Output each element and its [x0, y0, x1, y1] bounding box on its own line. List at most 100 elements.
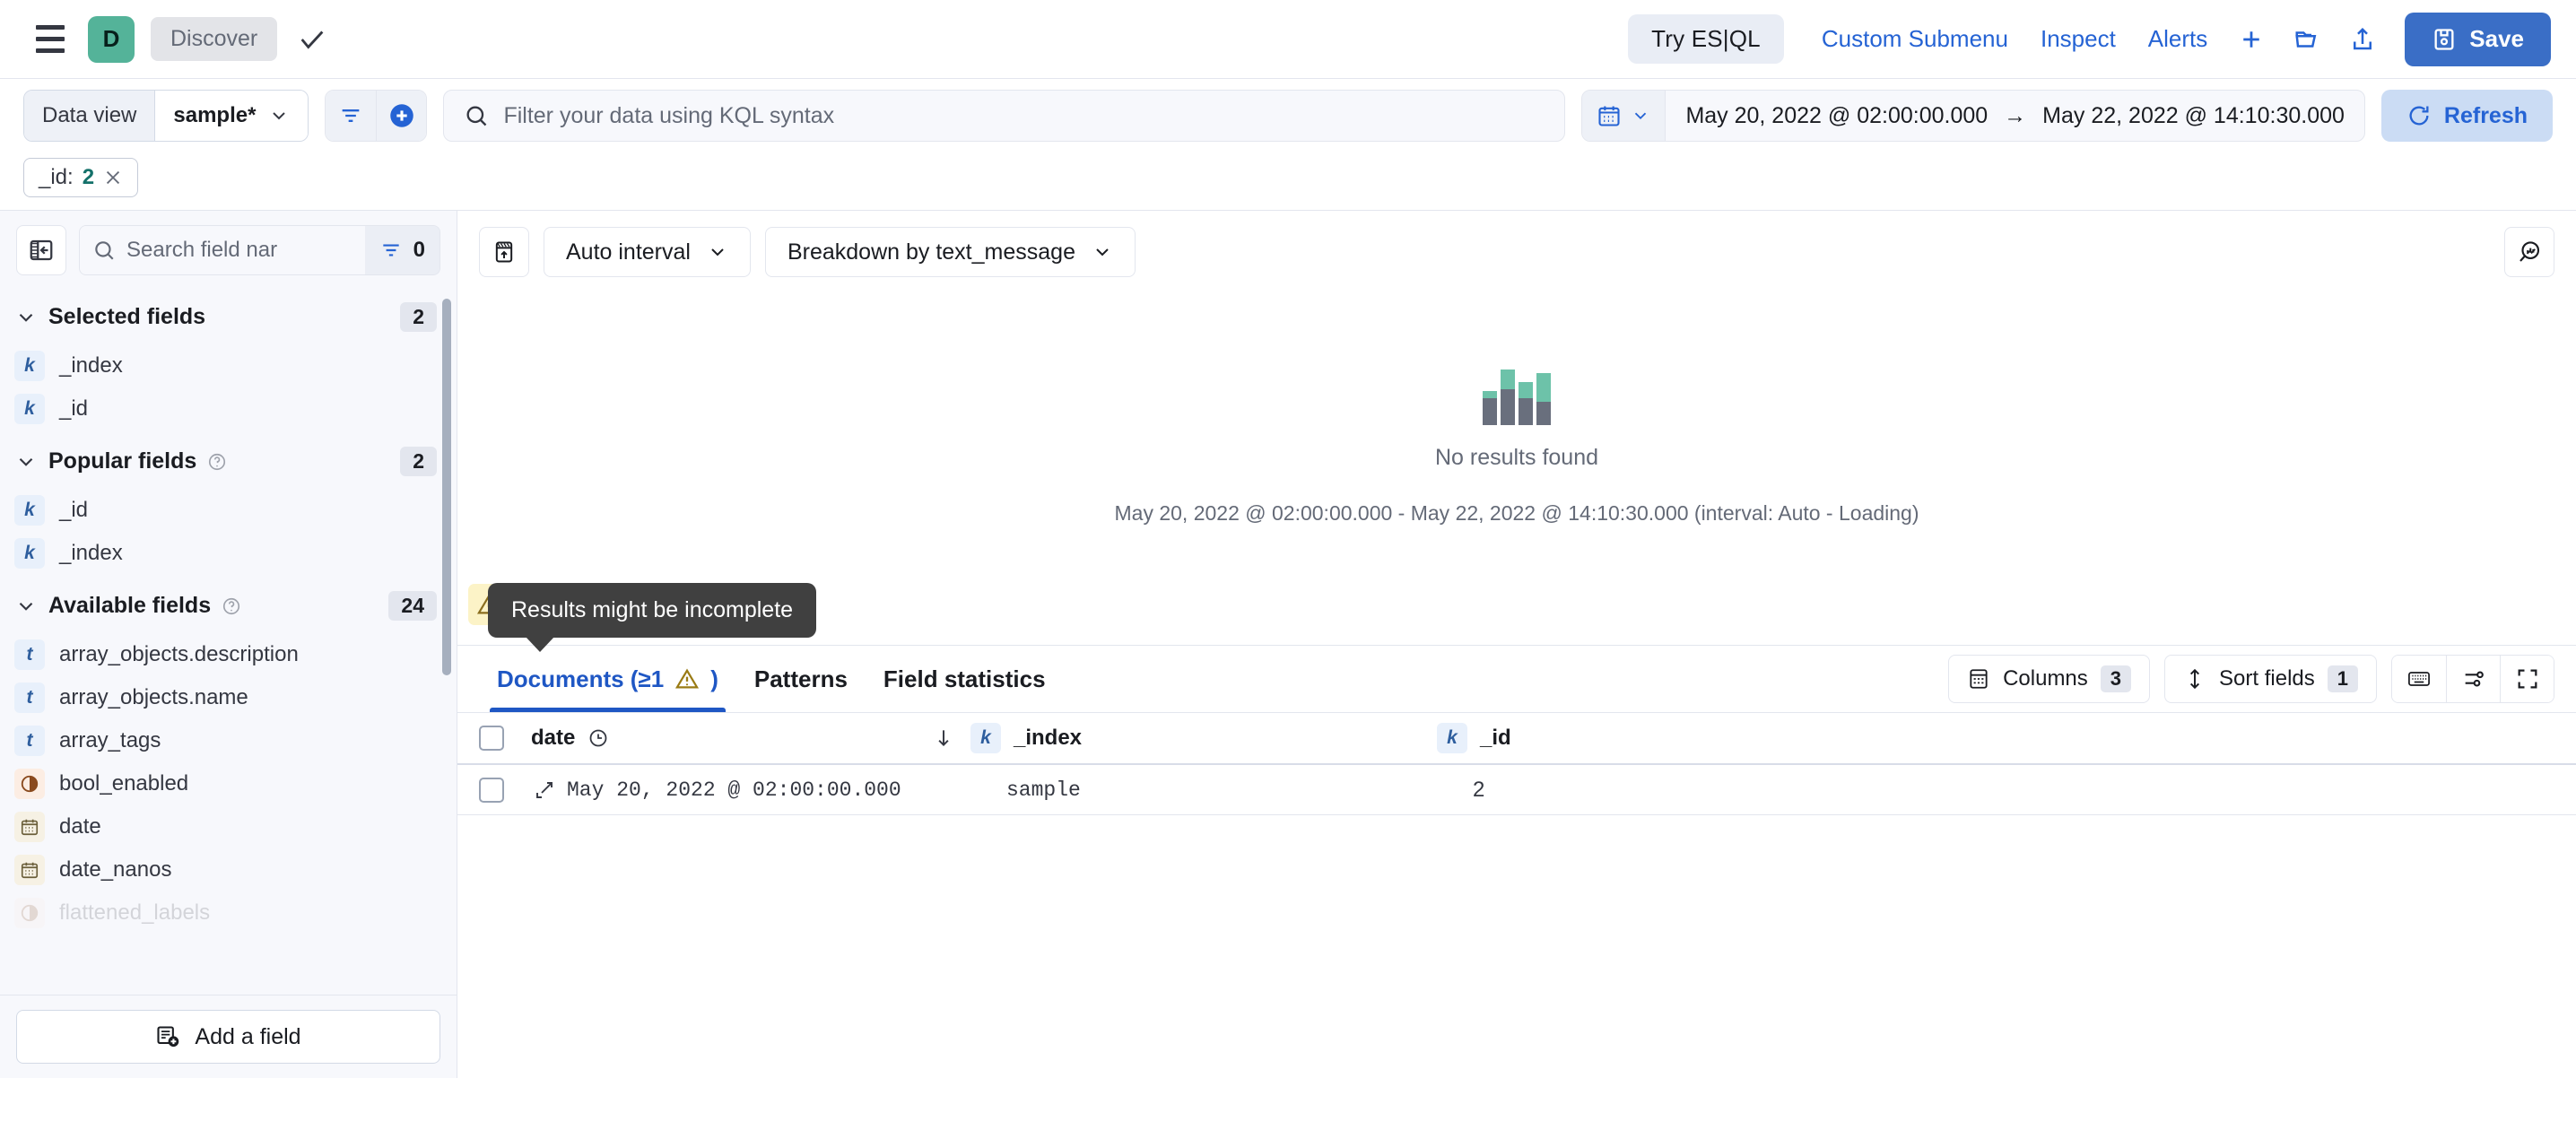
- plus-icon[interactable]: [2227, 15, 2276, 64]
- field-group-available-fields[interactable]: Available fields 24: [2, 575, 457, 633]
- sidebar-scrollbar[interactable]: [442, 299, 451, 675]
- share-icon[interactable]: [2338, 15, 2387, 64]
- field-search-placeholder: Search field nar: [126, 238, 278, 262]
- date-end-value: May 22, 2022 @ 14:10:30.000: [2042, 102, 2345, 128]
- field-item[interactable]: t array_tags: [2, 719, 457, 762]
- bar-chart-icon: [1482, 370, 1551, 425]
- date-range-display[interactable]: May 20, 2022 @ 02:00:00.000 → May 22, 20…: [1666, 91, 2363, 141]
- nav-link-alerts[interactable]: Alerts: [2132, 16, 2224, 62]
- collapse-sidebar-icon[interactable]: [16, 225, 66, 275]
- save-disk-icon: [2432, 27, 2457, 52]
- keyboard-icon[interactable]: [2392, 656, 2446, 702]
- field-item[interactable]: date: [2, 805, 457, 848]
- filter-options-icon[interactable]: [326, 91, 377, 141]
- field-group-selected-fields[interactable]: Selected fields 2: [2, 286, 457, 344]
- columns-button[interactable]: Columns 3: [1948, 655, 2151, 703]
- breadcrumb-discover[interactable]: Discover: [151, 17, 278, 61]
- hamburger-menu-icon[interactable]: [25, 14, 75, 65]
- field-name: flattened_labels: [59, 900, 211, 925]
- tab-documents[interactable]: Documents (≥1 ): [479, 646, 736, 712]
- query-bar: Data view sample* Filter your data using…: [0, 79, 2576, 152]
- help-icon[interactable]: [222, 596, 241, 616]
- field-group-title: Available fields: [48, 593, 212, 618]
- table-header-row: date k _index k _id: [457, 713, 2576, 765]
- nav-link-inspect[interactable]: Inspect: [2024, 16, 2132, 62]
- sidebar-search-row: Search field nar 0: [0, 211, 457, 286]
- sort-fields-button[interactable]: Sort fields 1: [2164, 655, 2377, 703]
- field-item[interactable]: k _index: [2, 344, 457, 387]
- refresh-button[interactable]: Refresh: [2380, 90, 2553, 142]
- filter-pill-field: _id:: [39, 165, 74, 189]
- field-item[interactable]: t array_objects.description: [2, 633, 457, 676]
- text-field-icon: t: [14, 639, 45, 670]
- folder-open-icon[interactable]: [2283, 15, 2331, 64]
- kql-search-placeholder: Filter your data using KQL syntax: [503, 102, 835, 128]
- field-item[interactable]: t array_objects.name: [2, 676, 457, 719]
- column-header-date-label: date: [531, 726, 576, 750]
- add-filter-icon[interactable]: [376, 91, 427, 141]
- save-button[interactable]: Save: [2405, 12, 2551, 66]
- boolean-field-icon: [14, 769, 45, 799]
- cell-id: 2: [1473, 778, 2554, 803]
- chevron-down-icon: [707, 241, 728, 263]
- breakdown-label: Breakdown by text_message: [787, 239, 1075, 265]
- expand-row-icon[interactable]: [531, 779, 558, 801]
- main-content: Auto interval Breakdown by text_message: [457, 211, 2576, 1078]
- chevron-down-icon: [1631, 106, 1650, 126]
- interval-selector[interactable]: Auto interval: [544, 227, 751, 277]
- app-avatar[interactable]: D: [88, 15, 135, 63]
- field-group-count: 2: [400, 302, 437, 332]
- field-item[interactable]: date_nanos: [2, 848, 457, 891]
- close-icon[interactable]: [103, 168, 123, 187]
- field-sidebar: Search field nar 0 Selected fields 2 k _…: [0, 211, 457, 1078]
- row-select-checkbox[interactable]: [479, 777, 504, 803]
- date-arrow-icon: →: [2004, 102, 2027, 128]
- boolean-field-icon: [14, 898, 45, 928]
- column-header-index[interactable]: k _index: [970, 723, 1437, 753]
- field-name: array_objects.name: [59, 685, 248, 709]
- fullscreen-icon[interactable]: [2500, 656, 2554, 702]
- field-name: _index: [59, 353, 123, 378]
- save-button-label: Save: [2469, 25, 2524, 52]
- field-item[interactable]: k _id: [2, 489, 457, 532]
- field-search-input[interactable]: Search field nar: [80, 226, 365, 274]
- tab-documents-suffix: ): [710, 665, 718, 692]
- add-a-field-button[interactable]: Add a field: [16, 1010, 440, 1064]
- field-item[interactable]: flattened_labels: [2, 891, 457, 935]
- kql-search-input[interactable]: Filter your data using KQL syntax: [443, 90, 1566, 142]
- breakdown-selector[interactable]: Breakdown by text_message: [764, 227, 1136, 277]
- field-search-box[interactable]: Search field nar 0: [79, 225, 440, 275]
- column-header-index-label: _index: [1014, 726, 1083, 750]
- chevron-down-icon: [1092, 241, 1113, 263]
- sort-icon: [2183, 667, 2206, 691]
- field-name: _index: [59, 541, 123, 565]
- field-item[interactable]: k _id: [2, 387, 457, 430]
- data-view-selector[interactable]: sample*: [155, 91, 309, 141]
- chart-time-caption: May 20, 2022 @ 02:00:00.000 - May 22, 20…: [1114, 501, 1919, 525]
- date-start-value: May 20, 2022 @ 02:00:00.000: [1685, 102, 1989, 128]
- column-header-date[interactable]: date: [531, 726, 917, 751]
- select-all-checkbox[interactable]: [479, 726, 504, 751]
- text-field-icon: t: [14, 726, 45, 756]
- field-item[interactable]: k _index: [2, 532, 457, 575]
- help-icon[interactable]: [207, 452, 227, 472]
- keyword-field-icon: k: [970, 723, 1001, 753]
- field-group-popular-fields[interactable]: Popular fields 2: [2, 430, 457, 489]
- keyword-field-icon: k: [14, 495, 45, 526]
- filter-pill[interactable]: _id: 2: [23, 158, 139, 197]
- field-group-title: Selected fields: [48, 304, 206, 329]
- calendar-quick-select-button[interactable]: [1582, 91, 1667, 141]
- column-header-id[interactable]: k _id: [1437, 723, 2554, 753]
- check-icon[interactable]: [297, 24, 327, 55]
- nav-link-custom-submenu[interactable]: Custom Submenu: [1806, 16, 2024, 62]
- table-row[interactable]: May 20, 2022 @ 02:00:00.000 sample 2: [457, 765, 2576, 815]
- try-esql-button[interactable]: Try ES|QL: [1628, 14, 1784, 64]
- tab-patterns[interactable]: Patterns: [736, 646, 866, 712]
- chart-options-icon[interactable]: [2504, 227, 2554, 277]
- sort-desc-arrow-icon[interactable]: [917, 726, 970, 750]
- display-options-icon[interactable]: [2446, 656, 2500, 702]
- chart-toggle-icon[interactable]: [479, 227, 529, 277]
- field-type-filter-button[interactable]: 0: [364, 226, 439, 274]
- field-item[interactable]: bool_enabled: [2, 762, 457, 805]
- tab-field-statistics[interactable]: Field statistics: [866, 646, 1064, 712]
